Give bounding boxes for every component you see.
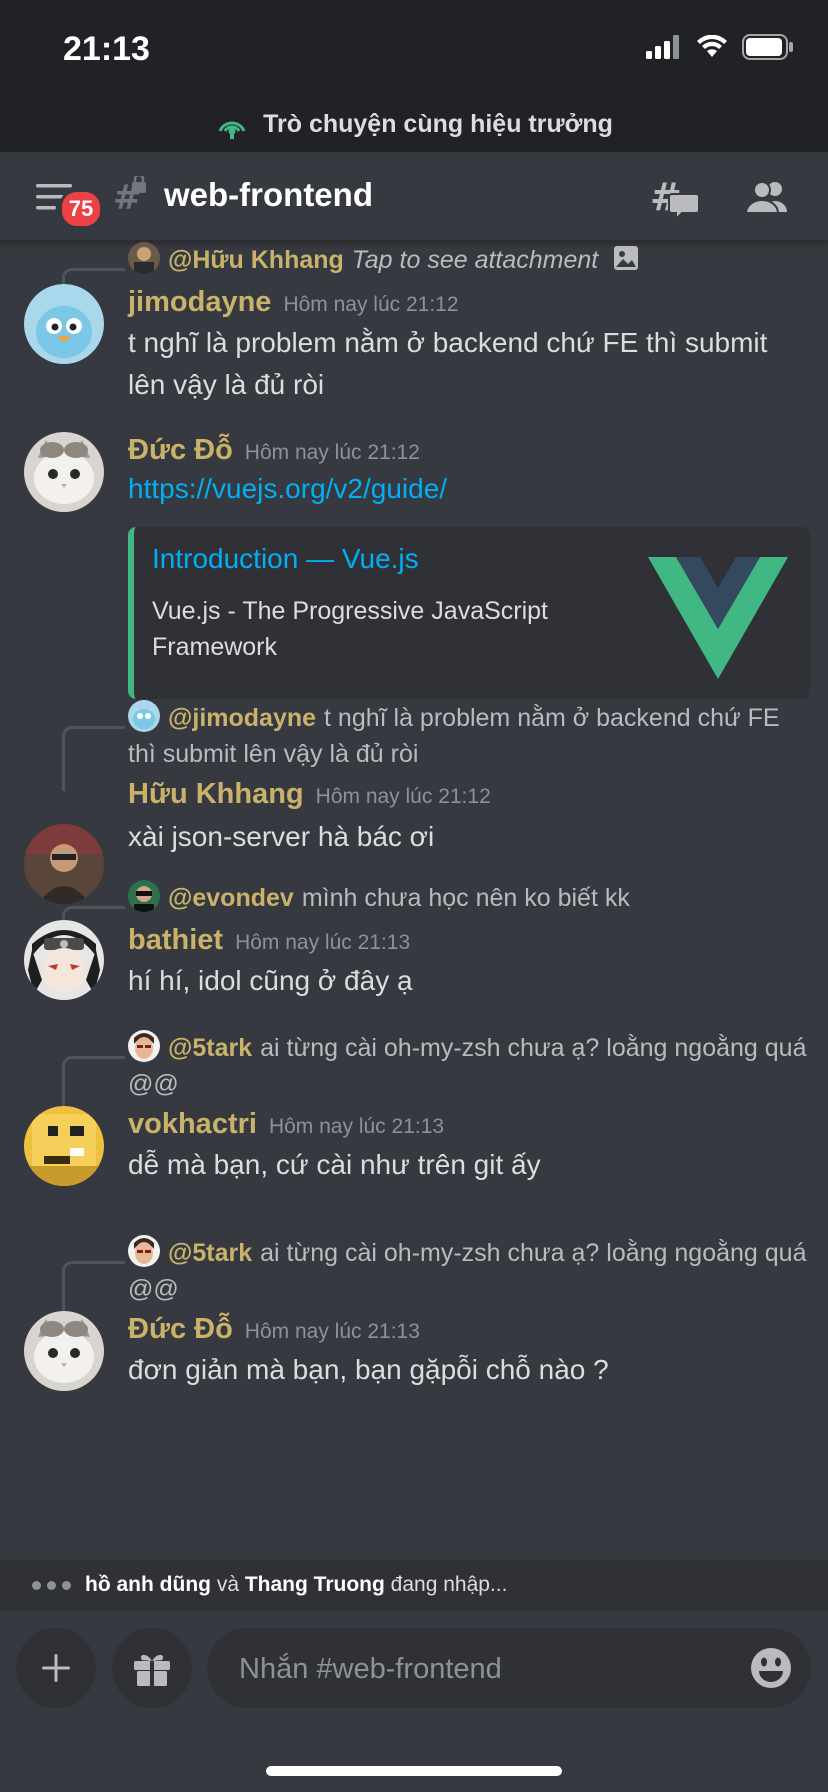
unread-badge: 75 <box>59 189 103 229</box>
message-composer <box>0 1610 828 1792</box>
gift-button[interactable] <box>112 1628 192 1708</box>
threads-icon: # <box>650 175 700 222</box>
link-embed[interactable]: Introduction — Vue.js Vue.js - The Progr… <box>128 527 810 699</box>
reply-username[interactable]: @Hữu Khhang <box>168 246 344 274</box>
reply-username[interactable]: @jimodayne <box>168 704 316 732</box>
reply-avatar <box>128 242 160 275</box>
message-username[interactable]: Đức Đỗ Hôm nay lúc 21:13 <box>128 1313 420 1346</box>
message-username[interactable]: bathiet Hôm nay lúc 21:13 <box>128 924 410 957</box>
threads-button[interactable]: # <box>650 175 700 225</box>
reply-preview[interactable]: @5tark ai từng cài oh-my-zsh chưa ạ? loằn… <box>128 1235 808 1307</box>
username-text[interactable]: Hữu Khhang <box>128 778 304 810</box>
username-text[interactable]: jimodayne <box>128 286 271 318</box>
reply-username[interactable]: @5tark <box>168 1034 252 1062</box>
reply-avatar <box>128 1030 160 1063</box>
members-button[interactable] <box>744 180 792 219</box>
message-timestamp: Hôm nay lúc 21:13 <box>235 931 411 954</box>
avatar[interactable] <box>24 432 104 512</box>
emoji-button[interactable] <box>749 1646 793 1695</box>
voice-channel-name: Trò chuyện cùng hiệu trưởng <box>263 109 613 138</box>
status-bar: 21:13 <box>0 0 828 96</box>
wifi-icon <box>697 35 727 57</box>
message-username[interactable]: vokhactri Hôm nay lúc 21:13 <box>128 1108 444 1141</box>
message-list[interactable]: @Hữu Khhang Tap to see attachment jimoday… <box>0 242 828 1560</box>
typing-dots-icon <box>32 1580 71 1590</box>
avatar[interactable] <box>24 824 104 904</box>
reply-preview[interactable]: @Hữu Khhang Tap to see attachment <box>128 242 808 278</box>
vue-logo-icon <box>648 557 788 679</box>
avatar[interactable] <box>24 284 104 364</box>
typing-suffix: đang nhập... <box>384 1573 508 1596</box>
embed-description: Vue.js - The Progressive JavaScript Fram… <box>152 597 548 661</box>
typing-user: hồ anh dũng <box>85 1573 211 1596</box>
reply-connector <box>62 726 125 791</box>
reply-avatar <box>128 700 160 733</box>
message-timestamp: Hôm nay lúc 21:12 <box>283 293 459 316</box>
channel-name: web-frontend <box>164 176 373 213</box>
embed-title[interactable]: Introduction — Vue.js <box>152 543 419 575</box>
message-username[interactable]: Đức Đỗ Hôm nay lúc 21:12 <box>128 434 420 467</box>
typing-text: hồ anh dũng và Thang Truong đang nhập... <box>85 1573 507 1597</box>
status-icons <box>646 34 794 60</box>
message-link[interactable]: https://vuejs.org/v2/guide/ <box>128 468 798 510</box>
message-text: dễ mà bạn, cứ cài như trên git ấy <box>128 1149 541 1180</box>
reply-preview[interactable]: @5tark ai từng cài oh-my-zsh chưa ạ? loằn… <box>128 1030 808 1102</box>
emoji-icon <box>751 1648 791 1688</box>
reply-preview[interactable]: @jimodayne t nghĩ là problem nằm ở backen… <box>128 700 808 772</box>
typing-user: Thang Truong <box>244 1573 385 1596</box>
plus-icon <box>42 1654 70 1682</box>
cellular-signal-icon <box>646 35 679 59</box>
gift-icon <box>134 1654 170 1686</box>
battery-icon <box>742 34 793 60</box>
reply-username[interactable]: @evondev <box>168 884 294 912</box>
reply-text: mình chưa học nên ko biết kk <box>301 884 630 912</box>
reply-avatar <box>128 1235 160 1268</box>
reply-preview[interactable]: @evondev mình chưa học nên ko biết kk <box>128 880 808 916</box>
avatar[interactable] <box>24 1106 104 1186</box>
status-time: 21:13 <box>63 30 150 68</box>
message-text: hí hí, idol cũng ở đây ạ <box>128 965 413 996</box>
avatar[interactable] <box>24 920 104 1000</box>
reply-text: Tap to see attachment <box>351 246 599 274</box>
voice-connection-bar[interactable]: Trò chuyện cùng hiệu trưởng <box>0 96 828 152</box>
message-username[interactable]: jimodayne Hôm nay lúc 21:12 <box>128 286 459 319</box>
message-timestamp: Hôm nay lúc 21:12 <box>244 441 420 464</box>
image-attachment-icon <box>614 246 639 271</box>
username-text[interactable]: bathiet <box>128 924 223 956</box>
avatar[interactable] <box>24 1311 104 1391</box>
typing-conjunction: và <box>210 1573 245 1596</box>
message-text: đơn giản mà bạn, bạn gặpỗi chỗ nào ? <box>128 1354 609 1385</box>
message-text: xài json-server hà bác ơi <box>128 821 435 852</box>
embed-thumbnail <box>648 557 788 684</box>
channel-header: 75 # web-frontend # <box>0 152 828 242</box>
reply-avatar <box>128 880 160 913</box>
message-timestamp: Hôm nay lúc 21:13 <box>268 1115 445 1138</box>
typing-indicator: hồ anh dũng và Thang Truong đang nhập... <box>0 1560 828 1610</box>
voice-connected-icon <box>218 121 246 139</box>
message-timestamp: Hôm nay lúc 21:12 <box>315 785 491 808</box>
message-timestamp: Hôm nay lúc 21:13 <box>244 1320 420 1343</box>
message-username[interactable]: Hữu Khhang Hôm nay lúc 21:12 <box>128 778 491 811</box>
username-text[interactable]: Đức Đỗ <box>128 1313 233 1345</box>
channel-locked-hash-icon: # <box>113 173 149 221</box>
message-text: t nghĩ là problem nằm ở backend chứ FE t… <box>128 327 768 400</box>
members-icon <box>744 181 787 214</box>
message-input-container[interactable] <box>207 1628 811 1710</box>
message-input[interactable] <box>237 1628 721 1710</box>
username-text[interactable]: Đức Đỗ <box>128 434 233 466</box>
add-attachment-button[interactable] <box>16 1628 96 1708</box>
home-indicator <box>266 1766 562 1776</box>
username-text[interactable]: vokhactri <box>128 1108 257 1140</box>
reply-username[interactable]: @5tark <box>168 1239 252 1267</box>
